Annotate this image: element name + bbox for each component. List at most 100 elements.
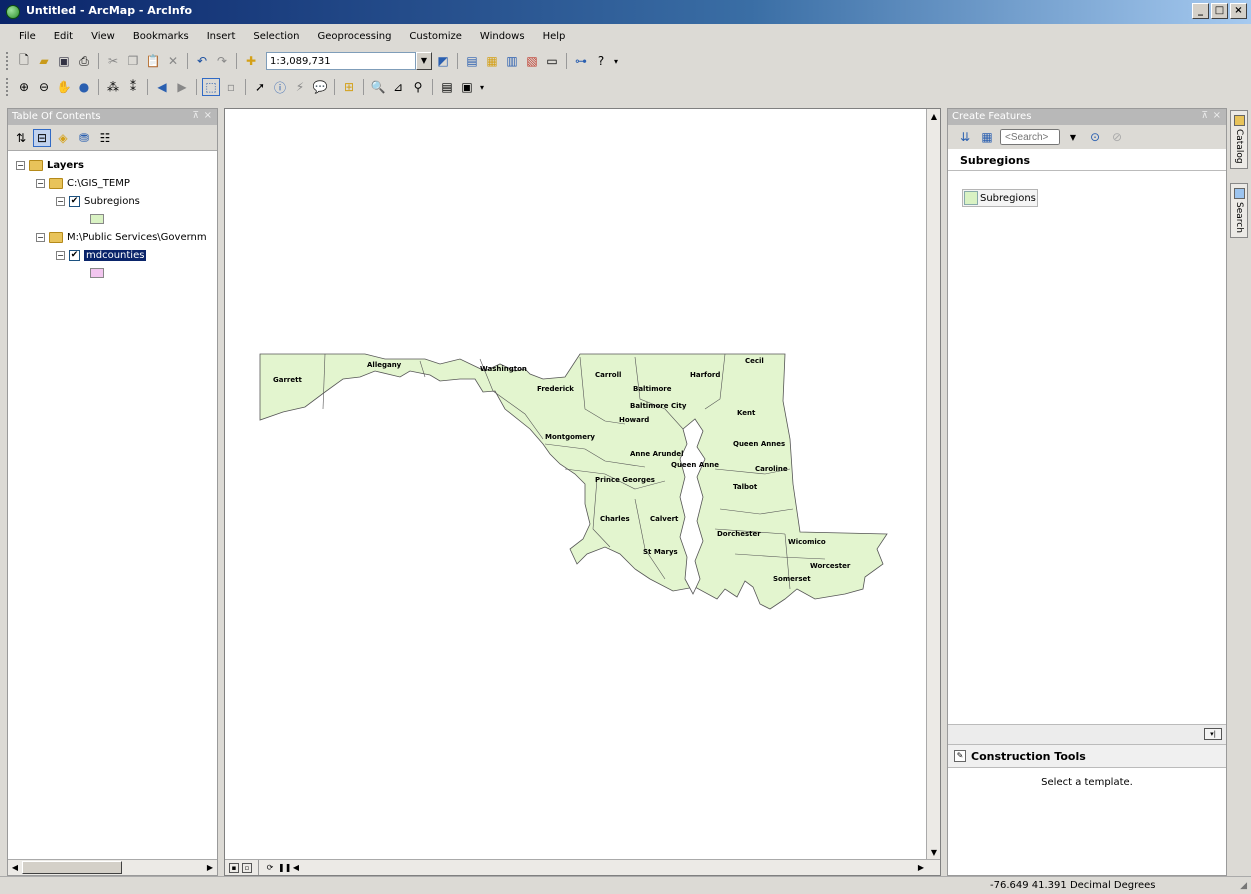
templates-filter-icon[interactable]: ▦ — [978, 128, 996, 146]
editor-toolbar-icon[interactable]: ◩ — [434, 52, 452, 70]
find-route-icon[interactable]: ⊿ — [389, 78, 407, 96]
pin-icon[interactable]: ⊼ — [1201, 111, 1208, 121]
toolbar-grip[interactable] — [6, 52, 10, 70]
list-by-visibility-icon[interactable]: ◈ — [54, 129, 72, 147]
scroll-right-icon[interactable]: ▶ — [204, 862, 216, 874]
pan-icon[interactable]: ✋ — [55, 78, 73, 96]
select-features-icon[interactable]: ⬚ — [202, 78, 220, 96]
list-by-source-icon[interactable]: ⊟ — [33, 128, 51, 147]
redo-icon[interactable]: ↷ — [213, 52, 231, 70]
map-canvas[interactable]: Garrett Allegany Washington Frederick Carrol… — [225, 109, 927, 861]
go-to-xy-icon[interactable]: ⚲ — [409, 78, 427, 96]
layers-root[interactable]: − Layers — [16, 157, 84, 173]
identify-icon[interactable]: ⓘ — [271, 78, 289, 96]
toc-horizontal-scrollbar[interactable]: ◀ ▶ — [8, 859, 217, 875]
scroll-left-icon[interactable]: ◀ — [9, 862, 21, 874]
print-icon[interactable]: ⎙ — [75, 52, 93, 70]
full-extent-icon[interactable]: ● — [75, 78, 93, 96]
maximize-button[interactable]: □ — [1211, 3, 1228, 19]
organize-templates-icon[interactable]: ⇊ — [956, 128, 974, 146]
toolbar-overflow-icon[interactable]: ▾ — [480, 83, 484, 92]
menu-bookmarks[interactable]: Bookmarks — [124, 31, 198, 42]
data-view-icon[interactable]: ▪ — [229, 862, 239, 873]
model-builder-icon[interactable]: ⊶ — [572, 52, 590, 70]
fixed-zoom-out-icon[interactable]: ⁑ — [124, 78, 142, 96]
menu-selection[interactable]: Selection — [244, 31, 308, 42]
map-view[interactable]: Garrett Allegany Washington Frederick Carrol… — [224, 108, 941, 876]
search-dropdown-icon[interactable]: ▼ — [1064, 128, 1082, 146]
clear-search-icon[interactable]: ⊘ — [1108, 128, 1126, 146]
menu-customize[interactable]: Customize — [400, 31, 471, 42]
resize-grip-icon[interactable]: ◢ — [1240, 881, 1247, 891]
toolbar-grip[interactable] — [6, 78, 10, 96]
delete-icon[interactable]: ✕ — [164, 52, 182, 70]
tab-search[interactable]: Search — [1230, 182, 1248, 238]
forward-icon[interactable]: ▶ — [173, 78, 191, 96]
arctoolbox-icon[interactable]: ▧ — [523, 52, 541, 70]
hyperlink-icon[interactable]: ⚡ — [291, 78, 309, 96]
search-icon[interactable]: ⊙ — [1086, 128, 1104, 146]
fixed-zoom-in-icon[interactable]: ⁂ — [104, 78, 122, 96]
menu-help[interactable]: Help — [534, 31, 575, 42]
zoom-in-icon[interactable]: ⊕ — [15, 78, 33, 96]
menu-file[interactable]: File — [10, 31, 45, 42]
collapse-icon[interactable]: − — [36, 178, 45, 188]
python-window-icon[interactable]: ▭ — [543, 52, 561, 70]
menu-view[interactable]: View — [82, 31, 124, 42]
search-window-icon[interactable]: ▥ — [503, 52, 521, 70]
mdcounties-symbol-swatch[interactable] — [90, 268, 104, 278]
cut-icon[interactable]: ✂ — [104, 52, 122, 70]
scale-dropdown-icon[interactable]: ▼ — [416, 52, 432, 70]
toc-window-icon[interactable]: ▤ — [463, 52, 481, 70]
catalog-window-icon[interactable]: ▦ — [483, 52, 501, 70]
list-by-selection-icon[interactable]: ⛃ — [75, 129, 93, 147]
menu-edit[interactable]: Edit — [45, 31, 82, 42]
clear-selection-icon[interactable]: ▫ — [222, 78, 240, 96]
measure-icon[interactable]: ⊞ — [340, 78, 358, 96]
group-public-services[interactable]: − M:\Public Services\Governm — [36, 229, 207, 245]
find-icon[interactable]: 🔍 — [369, 78, 387, 96]
list-by-drawing-order-icon[interactable]: ⇅ — [12, 129, 30, 147]
layer-subregions[interactable]: − ✔ Subregions — [56, 193, 140, 209]
open-folder-icon[interactable]: ▰ — [35, 52, 53, 70]
collapse-icon[interactable]: − — [56, 196, 65, 206]
visibility-checkbox[interactable]: ✔ — [69, 249, 80, 261]
pin-icon[interactable]: ⊼ — [192, 111, 199, 121]
scroll-right-icon[interactable]: ▶ — [918, 863, 924, 872]
subregions-symbol-swatch[interactable] — [90, 214, 104, 224]
scroll-left-icon[interactable]: ◀ — [291, 863, 301, 872]
layer-mdcounties[interactable]: − ✔ mdcounties — [56, 247, 147, 263]
close-icon[interactable]: × — [1213, 110, 1221, 121]
menu-windows[interactable]: Windows — [471, 31, 534, 42]
save-icon[interactable]: ▣ — [55, 52, 73, 70]
zoom-out-icon[interactable]: ⊖ — [35, 78, 53, 96]
scroll-down-icon[interactable]: ▼ — [928, 847, 940, 859]
scroll-thumb[interactable] — [22, 861, 122, 874]
tab-catalog[interactable]: Catalog — [1230, 110, 1248, 169]
undo-icon[interactable]: ↶ — [193, 52, 211, 70]
template-search-input[interactable] — [1000, 129, 1060, 145]
toggle-tools-icon[interactable]: ▾| — [1204, 728, 1222, 740]
close-button[interactable]: × — [1230, 3, 1247, 19]
pause-drawing-icon[interactable]: ❚❚ — [278, 863, 291, 872]
copy-icon[interactable]: ❐ — [124, 52, 142, 70]
close-icon[interactable]: × — [204, 110, 212, 121]
collapse-icon[interactable]: − — [56, 250, 65, 260]
paste-icon[interactable]: 📋 — [144, 52, 162, 70]
panel-splitter[interactable]: ▾| — [948, 724, 1226, 744]
add-data-icon[interactable]: ✚ — [242, 52, 260, 70]
collapse-icon[interactable]: − — [36, 232, 45, 242]
scroll-up-icon[interactable]: ▲ — [928, 111, 940, 123]
refresh-icon[interactable]: ⟳ — [265, 863, 275, 872]
layout-view-icon[interactable]: ▫ — [242, 862, 252, 873]
map-vertical-scrollbar[interactable]: ▲ ▼ — [926, 109, 940, 861]
options-icon[interactable]: ☷ — [96, 129, 114, 147]
menu-geoprocessing[interactable]: Geoprocessing — [309, 31, 401, 42]
template-item[interactable]: Subregions — [962, 189, 1038, 207]
select-icon[interactable]: ➚ — [251, 78, 269, 96]
collapse-icon[interactable]: − — [16, 160, 25, 170]
visibility-checkbox[interactable]: ✔ — [69, 195, 80, 207]
new-doc-icon[interactable]: 🗋 — [15, 52, 33, 70]
html-popup-icon[interactable]: 💬 — [311, 78, 329, 96]
menu-insert[interactable]: Insert — [198, 31, 245, 42]
